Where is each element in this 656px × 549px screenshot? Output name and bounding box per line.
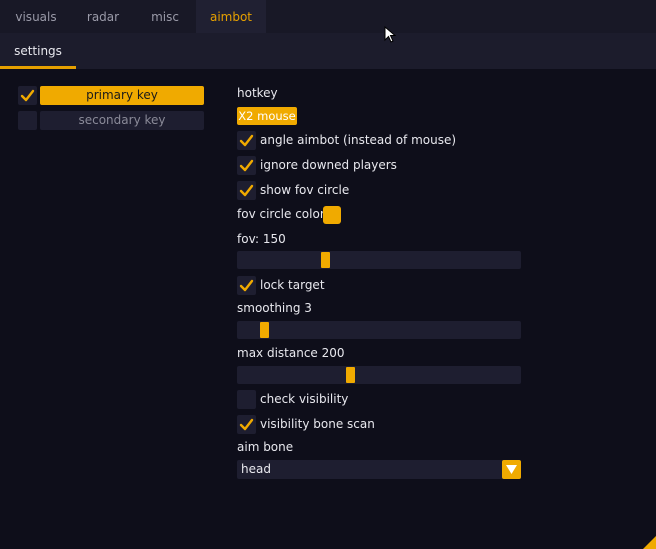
angle-aimbot-label: angle aimbot (instead of mouse) [260,133,457,147]
show-fov-circle-checkbox[interactable] [237,181,256,200]
visibility-bone-scan-label: visibility bone scan [260,417,375,431]
subtab-active-indicator [0,66,76,69]
check-icon [239,159,254,172]
subtab-settings[interactable]: settings [0,33,76,66]
tab-misc[interactable]: misc [134,0,196,33]
mouse-cursor-icon [384,26,396,43]
primary-key-button[interactable]: primary key [40,86,204,105]
check-icon [239,184,254,197]
fov-slider-thumb[interactable] [321,252,330,268]
check-icon [20,89,35,102]
ignore-downed-checkbox[interactable] [237,156,256,175]
ignore-downed-label: ignore downed players [260,158,397,172]
check-icon [239,279,254,292]
resize-grip-icon[interactable] [640,533,656,549]
secondary-key-checkbox[interactable] [18,111,37,130]
tab-aimbot[interactable]: aimbot [196,0,266,33]
hotkey-label: hotkey [237,86,278,100]
check-visibility-label: check visibility [260,392,349,406]
fov-slider[interactable] [237,251,521,269]
fov-circle-color-label: fov circle color: [237,207,329,221]
smoothing-slider[interactable] [237,321,521,339]
max-distance-slider-thumb[interactable] [346,367,355,383]
max-distance-label: max distance 200 [237,346,345,360]
lock-target-label: lock target [260,278,325,292]
secondary-key-button[interactable]: secondary key [40,111,204,130]
fov-label: fov: 150 [237,232,286,246]
primary-key-checkbox[interactable] [18,86,37,105]
tab-visuals[interactable]: visuals [0,0,72,33]
dropdown-arrow-button[interactable] [502,460,521,479]
check-visibility-checkbox[interactable] [237,390,256,409]
aim-bone-label: aim bone [237,440,294,454]
smoothing-slider-thumb[interactable] [260,322,269,338]
lock-target-checkbox[interactable] [237,276,256,295]
fov-circle-color-swatch[interactable] [323,206,341,224]
visibility-bone-scan-checkbox[interactable] [237,415,256,434]
angle-aimbot-checkbox[interactable] [237,131,256,150]
max-distance-slider[interactable] [237,366,521,384]
aim-bone-dropdown[interactable]: head [237,460,521,479]
tab-radar[interactable]: radar [72,0,134,33]
show-fov-circle-label: show fov circle [260,183,350,197]
chevron-down-icon [506,465,517,474]
top-tab-bar: visuals radar misc aimbot [0,0,656,33]
smoothing-label: smoothing 3 [237,301,312,315]
aim-bone-value: head [241,462,271,476]
check-icon [239,134,254,147]
hotkey-button[interactable]: X2 mouse [237,107,297,125]
check-icon [239,418,254,431]
sub-tab-bar: settings [0,33,656,69]
